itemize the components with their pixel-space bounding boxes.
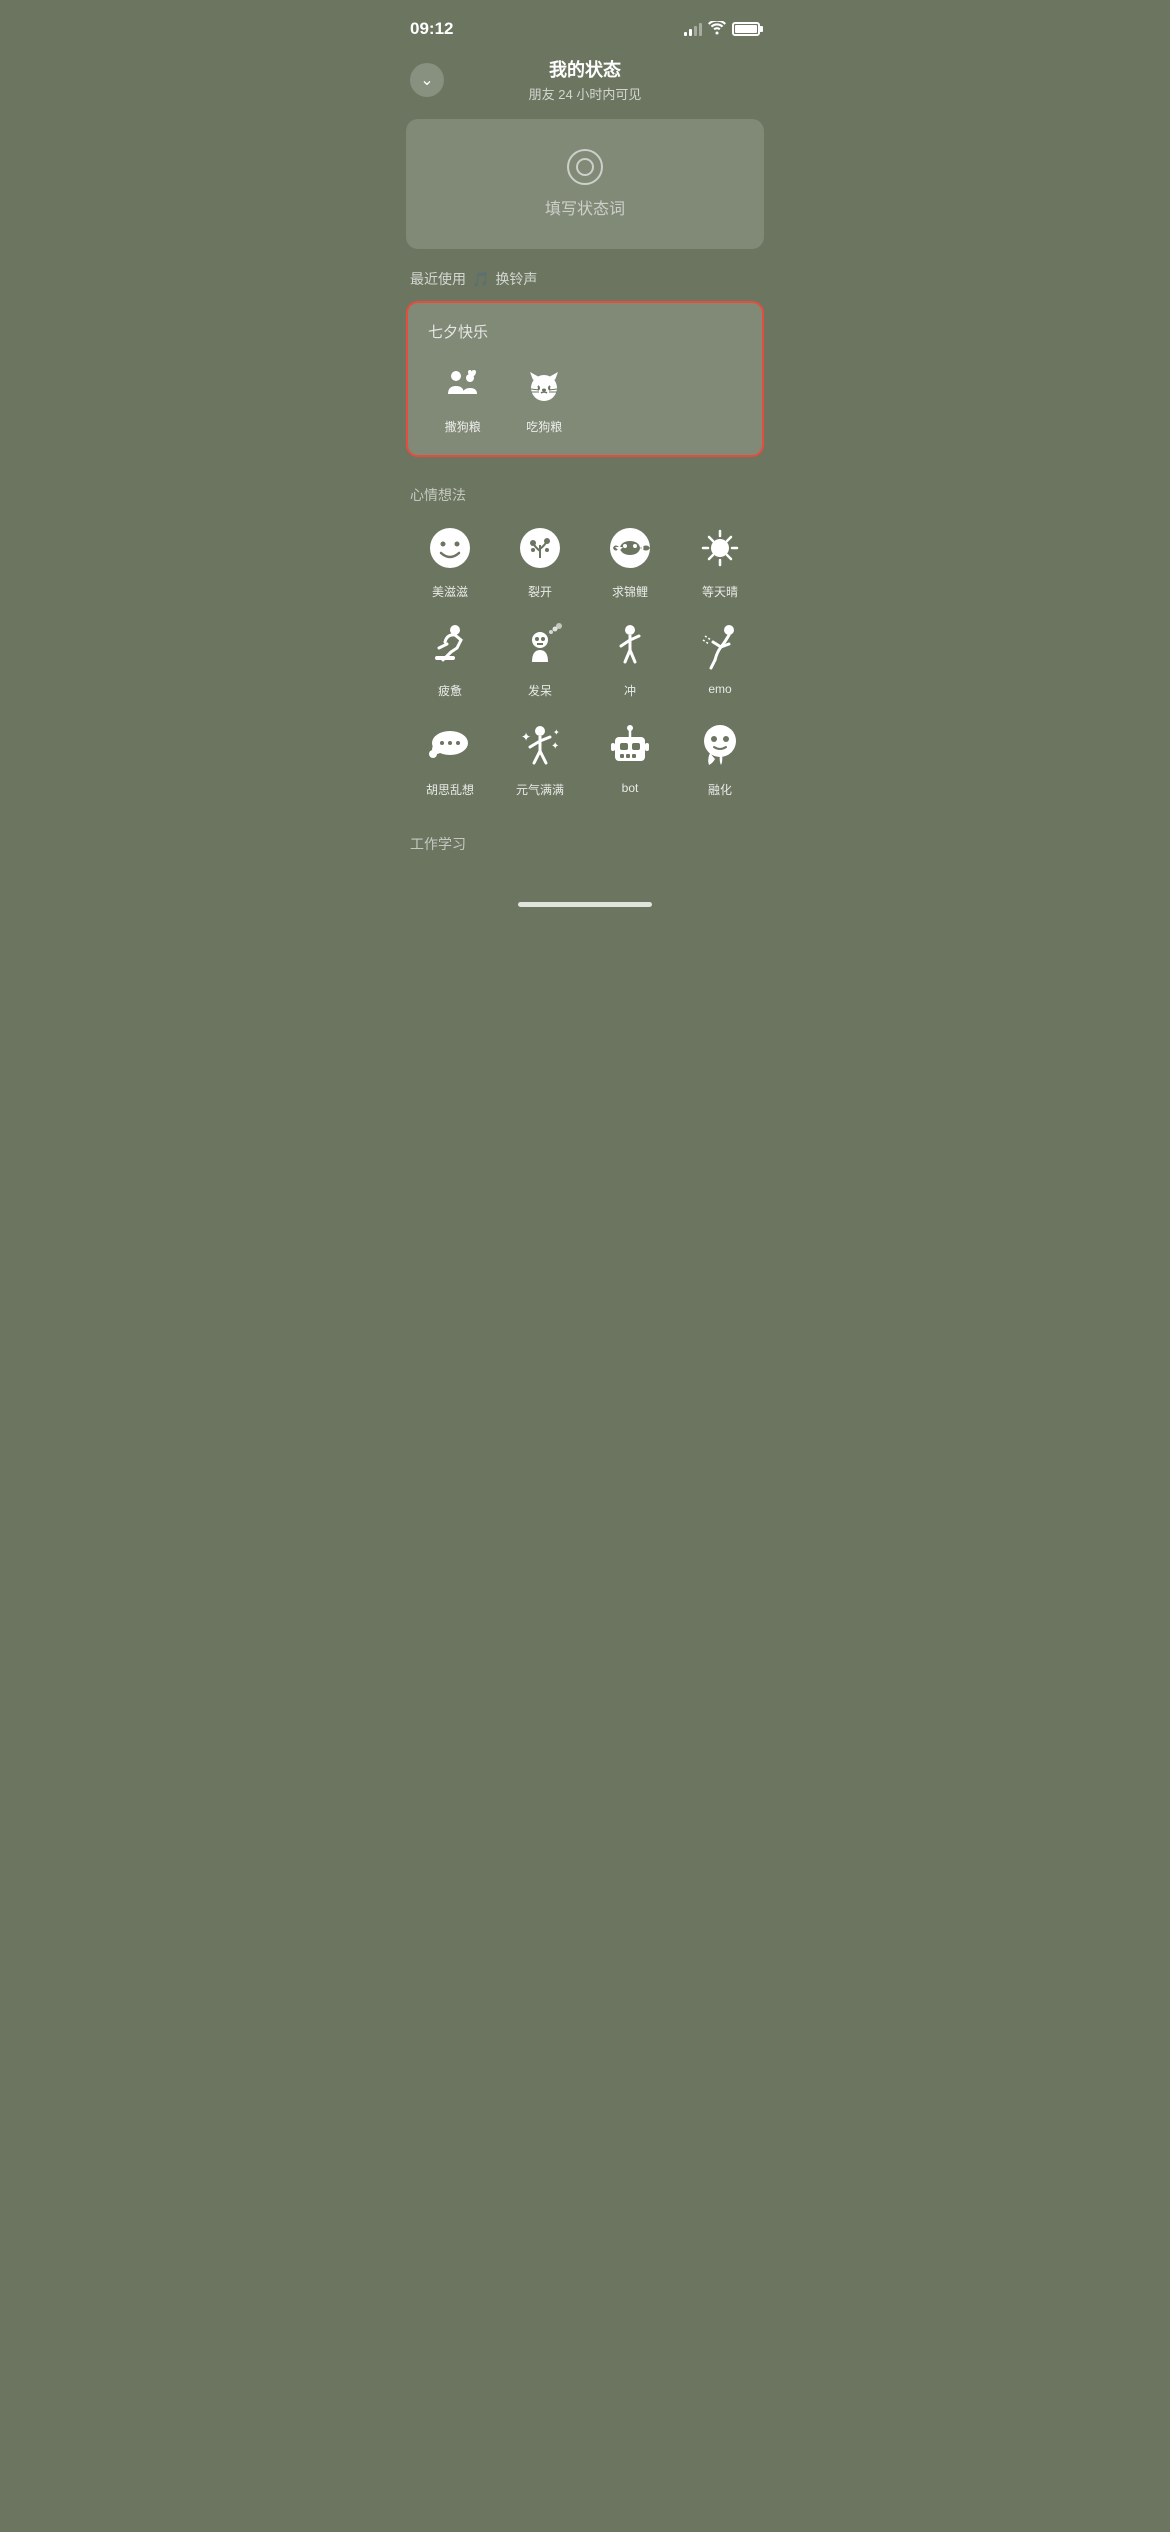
koi-label: 求锦鲤 xyxy=(612,583,648,600)
signal-icon xyxy=(684,22,702,36)
status-placeholder: 填写状态词 xyxy=(545,195,625,219)
crack-label: 裂开 xyxy=(528,583,552,600)
page-title: 我的状态 xyxy=(529,56,642,82)
header-text: 我的状态 朋友 24 小时内可见 xyxy=(529,56,642,103)
energy-label: 元气满满 xyxy=(516,781,564,798)
status-input-area[interactable]: 填写状态词 xyxy=(406,119,764,249)
emoji-item-crack[interactable]: 裂开 xyxy=(500,521,580,600)
tired-label: 疲惫 xyxy=(438,682,462,699)
highlight-emoji-grid: 撒狗粮 xyxy=(428,362,742,435)
emo-label: emo xyxy=(708,682,731,696)
cat-label: 吃狗粮 xyxy=(526,418,562,435)
couple-icon xyxy=(438,362,488,412)
robot-icon xyxy=(603,719,657,773)
emoji-item-sun[interactable]: 等天晴 xyxy=(680,521,760,600)
svg-text:✦: ✦ xyxy=(553,728,560,737)
daydream-label: 胡思乱想 xyxy=(426,781,474,798)
mood-emoji-grid: 美滋滋 裂开 xyxy=(390,521,780,818)
emo-icon xyxy=(693,620,747,674)
emoji-item-rush[interactable]: 冲 xyxy=(590,620,670,699)
energy-icon: ✦ ✦ ✦ xyxy=(513,719,567,773)
sun-label: 等天晴 xyxy=(702,583,738,600)
emoji-item-daze[interactable]: 发呆 xyxy=(500,620,580,699)
emoji-item-cat[interactable]: 吃狗粮 xyxy=(510,362,580,435)
emoji-item-energy[interactable]: ✦ ✦ ✦ 元气满满 xyxy=(500,719,580,798)
status-bar: 09:12 xyxy=(390,0,780,50)
work-title: 工作学习 xyxy=(390,826,780,870)
rush-icon xyxy=(603,620,657,674)
recent-section-header: 最近使用 🎵 换铃声 xyxy=(390,269,780,301)
wifi-icon xyxy=(708,21,726,38)
emoji-item-smile[interactable]: 美滋滋 xyxy=(410,521,490,600)
bot-label: bot xyxy=(622,781,639,795)
couple-label: 撒狗粮 xyxy=(445,418,481,435)
svg-text:✦: ✦ xyxy=(521,730,531,744)
status-icons xyxy=(684,21,760,38)
chevron-down-icon: ⌄ xyxy=(420,70,433,90)
emoji-item-bot[interactable]: bot xyxy=(590,719,670,798)
emoji-item-emo[interactable]: emo xyxy=(680,620,760,699)
status-input-icon xyxy=(567,149,603,185)
home-indicator xyxy=(518,902,652,907)
emoji-item-melt[interactable]: 融化 xyxy=(680,719,760,798)
page-header: ⌄ 我的状态 朋友 24 小时内可见 xyxy=(390,50,780,119)
back-button[interactable]: ⌄ xyxy=(410,63,444,97)
emoji-item-couple[interactable]: 撒狗粮 xyxy=(428,362,498,435)
battery-icon xyxy=(732,22,760,36)
page-subtitle: 朋友 24 小时内可见 xyxy=(529,84,642,103)
ringtone-label: 换铃声 xyxy=(495,269,537,289)
smile-label: 美滋滋 xyxy=(432,583,468,600)
emoji-item-tired[interactable]: 疲惫 xyxy=(410,620,490,699)
work-section: 工作学习 xyxy=(390,826,780,870)
daze-label: 发呆 xyxy=(528,682,552,699)
mood-title: 心情想法 xyxy=(390,477,780,521)
highlight-card: 七夕快乐 撒狗粮 xyxy=(406,301,764,457)
rush-label: 冲 xyxy=(624,682,636,699)
tired-icon xyxy=(423,620,477,674)
cat-icon xyxy=(519,362,569,412)
card-title: 七夕快乐 xyxy=(428,321,742,342)
crack-icon xyxy=(513,521,567,575)
koi-icon xyxy=(603,521,657,575)
smile-icon xyxy=(423,521,477,575)
daze-icon xyxy=(513,620,567,674)
sun-icon xyxy=(693,521,747,575)
emoji-item-koi[interactable]: 求锦鲤 xyxy=(590,521,670,600)
emoji-item-daydream[interactable]: 胡思乱想 xyxy=(410,719,490,798)
mood-section: 心情想法 美滋滋 xyxy=(390,477,780,818)
recent-label: 最近使用 xyxy=(410,269,466,289)
svg-text:✦: ✦ xyxy=(551,741,559,752)
daydream-icon xyxy=(423,719,477,773)
music-icon: 🎵 xyxy=(472,271,489,288)
melt-label: 融化 xyxy=(708,781,732,798)
status-time: 09:12 xyxy=(410,19,453,39)
melt-icon xyxy=(693,719,747,773)
